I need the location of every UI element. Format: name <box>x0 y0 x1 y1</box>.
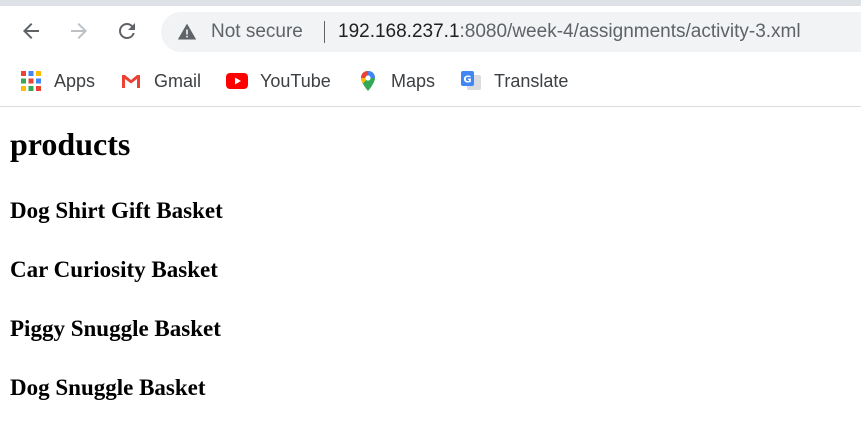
bookmark-gmail[interactable]: Gmail <box>120 70 201 92</box>
bookmark-translate[interactable]: G Translate <box>460 70 568 92</box>
svg-text:G: G <box>463 75 471 86</box>
product-name: Dog Shirt Gift Basket <box>10 198 223 223</box>
bookmark-maps[interactable]: Maps <box>357 70 435 92</box>
reload-button[interactable] <box>115 19 139 43</box>
bookmark-label: Maps <box>391 71 436 91</box>
bookmarks-bar: Apps Gmail YouTube Maps G Translate <box>0 58 861 107</box>
omnibox-separator <box>324 21 325 43</box>
url-text[interactable]: 192.168.237.1:8080/week-4/assignments/ac… <box>338 22 801 42</box>
browser-toolbar: Not secure 192.168.237.1:8080/week-4/ass… <box>0 6 861 58</box>
url-host: 192.168.237.1 <box>338 21 460 42</box>
page-content: products Dog Shirt Gift Basket Car Curio… <box>10 107 850 401</box>
maps-icon <box>361 71 375 91</box>
forward-button[interactable] <box>67 19 91 43</box>
page-title: products <box>10 126 131 162</box>
product-name: Car Curiosity Basket <box>10 257 218 282</box>
back-button[interactable] <box>19 19 43 43</box>
security-status[interactable]: Not secure <box>211 22 303 42</box>
bookmark-label: Apps <box>54 71 96 91</box>
bookmark-label: Translate <box>494 71 569 91</box>
warning-triangle-icon[interactable] <box>177 22 197 42</box>
forward-arrow-icon <box>71 23 87 39</box>
bookmark-label: YouTube <box>260 71 331 91</box>
reload-icon <box>119 23 135 39</box>
apps-grid-icon <box>21 71 41 91</box>
translate-icon: G <box>461 71 481 90</box>
back-arrow-icon <box>23 23 39 39</box>
bookmark-youtube[interactable]: YouTube <box>226 70 331 92</box>
product-name: Piggy Snuggle Basket <box>10 316 221 341</box>
bookmark-label: Gmail <box>154 71 202 91</box>
url-path: :8080/week-4/assignments/activity-3.xml <box>459 21 801 42</box>
bookmark-apps[interactable]: Apps <box>20 70 95 92</box>
gmail-icon <box>122 75 140 88</box>
youtube-icon <box>226 73 248 89</box>
address-bar[interactable]: Not secure 192.168.237.1:8080/week-4/ass… <box>161 12 861 52</box>
product-name: Dog Snuggle Basket <box>10 375 206 400</box>
